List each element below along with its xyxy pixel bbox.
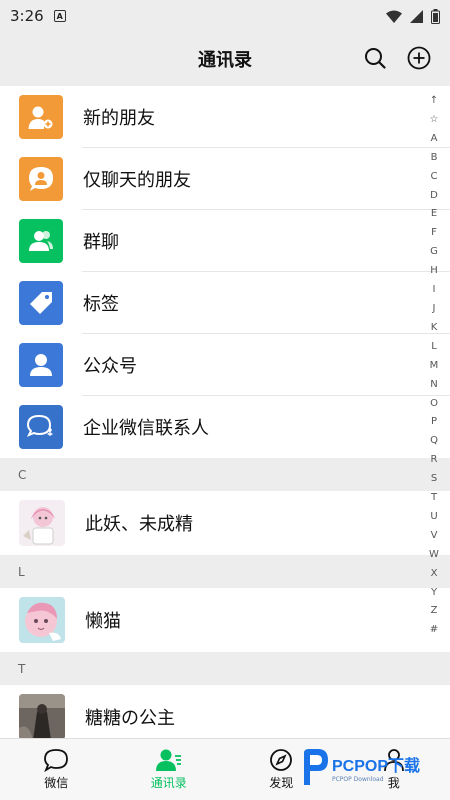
tab-me[interactable]: 我: [338, 739, 450, 800]
index-letter[interactable]: A: [431, 130, 438, 149]
index-letter[interactable]: L: [431, 338, 437, 357]
status-time: 3:26: [10, 7, 44, 25]
work-wechat-contacts-label: 企业微信联系人: [83, 418, 209, 439]
add-friend-icon: [19, 95, 63, 139]
index-letter[interactable]: D: [430, 187, 438, 206]
index-letter[interactable]: U: [430, 508, 437, 527]
official-account-icon: [19, 343, 63, 387]
avatar: [19, 694, 65, 738]
index-letter[interactable]: #: [430, 621, 438, 640]
tab-chats-label: 微信: [44, 776, 69, 790]
compass-icon: [270, 749, 293, 771]
group-chats-label: 群聊: [83, 232, 119, 253]
index-letter[interactable]: K: [431, 319, 438, 338]
contact-row[interactable]: 懒猫: [0, 588, 450, 652]
index-letter[interactable]: W: [429, 546, 439, 565]
tag-icon: [19, 281, 63, 325]
contacts-icon: [155, 749, 181, 771]
avatar: [19, 597, 65, 643]
index-letter[interactable]: F: [431, 224, 437, 243]
index-letter[interactable]: E: [431, 205, 437, 224]
search-button[interactable]: [362, 45, 388, 71]
tab-discover-label: 发现: [269, 776, 294, 790]
official-accounts-row[interactable]: 公众号: [0, 334, 450, 396]
index-letter[interactable]: Q: [430, 432, 438, 451]
tab-chats[interactable]: 微信: [0, 739, 113, 800]
alphabet-index[interactable]: ↑ ☆ A B C D E F G H I J K L M N O P Q R S T U V W X Y Z #: [422, 92, 446, 640]
contact-name: 此妖、未成精: [85, 514, 193, 535]
page-title: 通讯录: [198, 50, 252, 71]
section-header-c: C: [0, 458, 450, 491]
work-wechat-icon: [19, 405, 63, 449]
notification-badge-icon: A: [53, 10, 66, 22]
contact-name: 懒猫: [85, 611, 121, 632]
index-letter[interactable]: M: [430, 357, 439, 376]
group-chats-row[interactable]: 群聊: [0, 210, 450, 272]
wifi-icon: [386, 10, 402, 23]
index-letter[interactable]: N: [430, 376, 437, 395]
index-letter[interactable]: I: [433, 281, 436, 300]
chat-only-friend-icon: [19, 157, 63, 201]
index-letter[interactable]: Y: [431, 584, 437, 603]
official-accounts-label: 公众号: [83, 356, 137, 377]
add-button[interactable]: [406, 45, 432, 71]
contacts-list[interactable]: 新的朋友 仅聊天的朋友 群聊 标签 公众号 企业微信联系人 C 此妖、未成精 L…: [0, 86, 450, 738]
index-letter[interactable]: S: [431, 470, 437, 489]
index-letter[interactable]: P: [431, 413, 437, 432]
status-icons: [386, 8, 440, 24]
new-friends-row[interactable]: 新的朋友: [0, 86, 450, 148]
index-letter[interactable]: X: [431, 565, 438, 584]
index-letter[interactable]: Z: [431, 602, 438, 621]
new-friends-label: 新的朋友: [83, 108, 155, 129]
contact-row[interactable]: 此妖、未成精: [0, 491, 450, 555]
me-icon: [383, 749, 404, 772]
tab-discover[interactable]: 发现: [225, 739, 338, 800]
add-circle-icon: [407, 46, 431, 70]
tags-label: 标签: [83, 294, 119, 315]
index-letter[interactable]: O: [430, 395, 438, 414]
index-letter[interactable]: R: [431, 451, 438, 470]
group-chat-icon: [19, 219, 63, 263]
contact-row[interactable]: 糖糖の公主: [0, 685, 450, 738]
index-letter[interactable]: G: [430, 243, 438, 262]
index-letter[interactable]: B: [431, 149, 438, 168]
signal-icon: [410, 9, 423, 23]
avatar: [19, 500, 65, 546]
tab-me-label: 我: [387, 776, 400, 790]
nav-header: 通讯录: [0, 32, 450, 86]
search-icon: [365, 48, 386, 69]
index-letter[interactable]: H: [430, 262, 438, 281]
section-header-l: L: [0, 555, 450, 588]
index-letter[interactable]: T: [431, 489, 437, 508]
chat-only-friends-row[interactable]: 仅聊天的朋友: [0, 148, 450, 210]
bottom-tab-bar: 微信 通讯录 发现 我: [0, 738, 450, 800]
contact-name: 糖糖の公主: [85, 708, 175, 729]
index-letter[interactable]: V: [431, 527, 438, 546]
battery-icon: [431, 8, 440, 24]
index-letter[interactable]: C: [431, 168, 438, 187]
tab-contacts-label: 通讯录: [150, 776, 187, 790]
chat-bubble-icon: [44, 749, 69, 772]
index-letter[interactable]: ☆: [430, 111, 439, 130]
status-bar: 3:26 A: [0, 0, 450, 32]
tags-row[interactable]: 标签: [0, 272, 450, 334]
index-letter[interactable]: ↑: [430, 92, 438, 111]
tab-contacts[interactable]: 通讯录: [113, 739, 226, 800]
section-header-t: T: [0, 652, 450, 685]
index-letter[interactable]: J: [433, 300, 436, 319]
work-wechat-contacts-row[interactable]: 企业微信联系人: [0, 396, 450, 458]
chat-only-friends-label: 仅聊天的朋友: [83, 170, 191, 191]
